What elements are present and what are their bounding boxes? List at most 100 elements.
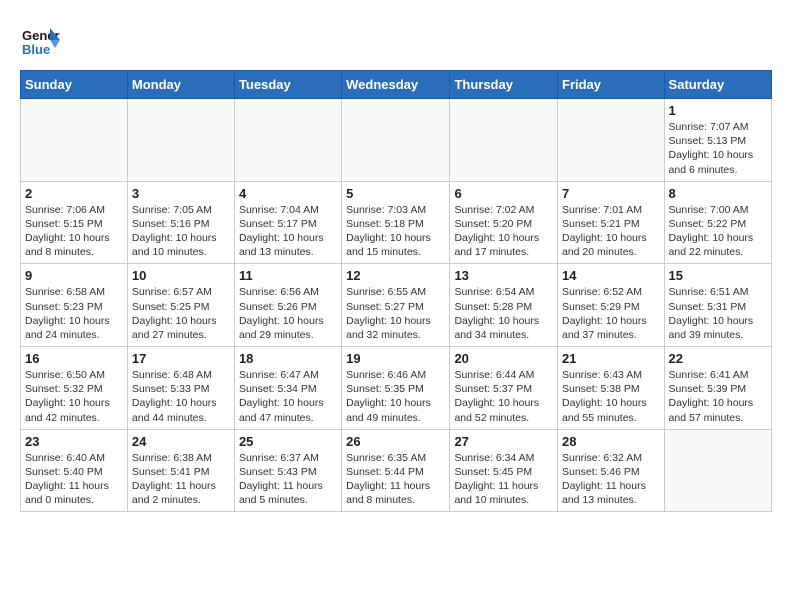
day-info: Sunrise: 7:07 AM Sunset: 5:13 PM Dayligh… [669, 120, 767, 177]
calendar-week-row: 9 Sunrise: 6:58 AM Sunset: 5:23 PM Daylig… [21, 264, 772, 347]
logo-icon: General Blue [20, 20, 60, 60]
day-info: Sunrise: 6:58 AM Sunset: 5:23 PM Dayligh… [25, 285, 123, 342]
calendar-day-26: 26 Sunrise: 6:35 AM Sunset: 5:44 PM Dayli… [342, 429, 450, 512]
calendar-day-23: 23 Sunrise: 6:40 AM Sunset: 5:40 PM Dayli… [21, 429, 128, 512]
day-number: 27 [454, 434, 553, 449]
calendar-day-28: 28Sunrise: 6:32 AM Sunset: 5:46 PM Dayli… [558, 429, 665, 512]
calendar-day-5: 5Sunrise: 7:03 AM Sunset: 5:18 PM Daylig… [342, 181, 450, 264]
day-info: Sunrise: 6:47 AM Sunset: 5:34 PM Dayligh… [239, 368, 337, 425]
day-info: Sunrise: 6:44 AM Sunset: 5:37 PM Dayligh… [454, 368, 553, 425]
day-number: 23 [25, 434, 123, 449]
weekday-header-friday: Friday [558, 71, 665, 99]
calendar-day-11: 11 Sunrise: 6:56 AM Sunset: 5:26 PM Dayli… [234, 264, 341, 347]
day-info: Sunrise: 6:40 AM Sunset: 5:40 PM Dayligh… [25, 451, 123, 508]
calendar-day-12: 12 Sunrise: 6:55 AM Sunset: 5:27 PM Dayli… [342, 264, 450, 347]
calendar-day-27: 27Sunrise: 6:34 AM Sunset: 5:45 PM Dayli… [450, 429, 558, 512]
day-number: 8 [669, 186, 767, 201]
logo: General Blue [20, 20, 66, 60]
day-number: 20 [454, 351, 553, 366]
day-number: 10 [132, 268, 230, 283]
day-number: 11 [239, 268, 337, 283]
calendar-day-20: 20 Sunrise: 6:44 AM Sunset: 5:37 PM Dayli… [450, 347, 558, 430]
weekday-header-wednesday: Wednesday [342, 71, 450, 99]
day-number: 6 [454, 186, 553, 201]
calendar-day-empty [558, 99, 665, 182]
day-info: Sunrise: 6:51 AM Sunset: 5:31 PM Dayligh… [669, 285, 767, 342]
day-info: Sunrise: 7:00 AM Sunset: 5:22 PM Dayligh… [669, 203, 767, 260]
weekday-header-tuesday: Tuesday [234, 71, 341, 99]
calendar-day-18: 18 Sunrise: 6:47 AM Sunset: 5:34 PM Dayli… [234, 347, 341, 430]
calendar-day-empty [127, 99, 234, 182]
day-info: Sunrise: 6:52 AM Sunset: 5:29 PM Dayligh… [562, 285, 660, 342]
svg-text:Blue: Blue [22, 42, 50, 57]
day-number: 25 [239, 434, 337, 449]
day-number: 12 [346, 268, 445, 283]
day-info: Sunrise: 7:04 AM Sunset: 5:17 PM Dayligh… [239, 203, 337, 260]
day-info: Sunrise: 7:02 AM Sunset: 5:20 PM Dayligh… [454, 203, 553, 260]
day-number: 17 [132, 351, 230, 366]
day-number: 21 [562, 351, 660, 366]
day-number: 4 [239, 186, 337, 201]
day-info: Sunrise: 7:05 AM Sunset: 5:16 PM Dayligh… [132, 203, 230, 260]
calendar-day-6: 6 Sunrise: 7:02 AM Sunset: 5:20 PM Daylig… [450, 181, 558, 264]
day-number: 15 [669, 268, 767, 283]
weekday-header-thursday: Thursday [450, 71, 558, 99]
calendar-day-21: 21 Sunrise: 6:43 AM Sunset: 5:38 PM Dayli… [558, 347, 665, 430]
calendar-day-22: 22 Sunrise: 6:41 AM Sunset: 5:39 PM Dayli… [664, 347, 771, 430]
weekday-header-monday: Monday [127, 71, 234, 99]
day-info: Sunrise: 6:35 AM Sunset: 5:44 PM Dayligh… [346, 451, 445, 508]
calendar-day-19: 19 Sunrise: 6:46 AM Sunset: 5:35 PM Dayli… [342, 347, 450, 430]
day-number: 3 [132, 186, 230, 201]
day-info: Sunrise: 6:41 AM Sunset: 5:39 PM Dayligh… [669, 368, 767, 425]
day-number: 24 [132, 434, 230, 449]
day-number: 18 [239, 351, 337, 366]
day-info: Sunrise: 6:37 AM Sunset: 5:43 PM Dayligh… [239, 451, 337, 508]
day-info: Sunrise: 6:48 AM Sunset: 5:33 PM Dayligh… [132, 368, 230, 425]
day-info: Sunrise: 6:43 AM Sunset: 5:38 PM Dayligh… [562, 368, 660, 425]
day-info: Sunrise: 6:50 AM Sunset: 5:32 PM Dayligh… [25, 368, 123, 425]
calendar-day-3: 3 Sunrise: 7:05 AM Sunset: 5:16 PM Daylig… [127, 181, 234, 264]
calendar-day-7: 7 Sunrise: 7:01 AM Sunset: 5:21 PM Daylig… [558, 181, 665, 264]
day-number: 9 [25, 268, 123, 283]
calendar-day-16: 16 Sunrise: 6:50 AM Sunset: 5:32 PM Dayli… [21, 347, 128, 430]
day-info: Sunrise: 6:56 AM Sunset: 5:26 PM Dayligh… [239, 285, 337, 342]
calendar-day-1: 1 Sunrise: 7:07 AM Sunset: 5:13 PM Daylig… [664, 99, 771, 182]
calendar-week-row: 16 Sunrise: 6:50 AM Sunset: 5:32 PM Dayli… [21, 347, 772, 430]
calendar-day-4: 4 Sunrise: 7:04 AM Sunset: 5:17 PM Daylig… [234, 181, 341, 264]
day-number: 5 [346, 186, 445, 201]
calendar-week-row: 2Sunrise: 7:06 AM Sunset: 5:15 PM Daylig… [21, 181, 772, 264]
day-number: 26 [346, 434, 445, 449]
calendar-day-13: 13 Sunrise: 6:54 AM Sunset: 5:28 PM Dayli… [450, 264, 558, 347]
calendar-day-10: 10 Sunrise: 6:57 AM Sunset: 5:25 PM Dayli… [127, 264, 234, 347]
day-number: 7 [562, 186, 660, 201]
calendar-day-2: 2Sunrise: 7:06 AM Sunset: 5:15 PM Daylig… [21, 181, 128, 264]
calendar-day-17: 17 Sunrise: 6:48 AM Sunset: 5:33 PM Dayli… [127, 347, 234, 430]
day-number: 16 [25, 351, 123, 366]
calendar-day-14: 14 Sunrise: 6:52 AM Sunset: 5:29 PM Dayli… [558, 264, 665, 347]
day-number: 19 [346, 351, 445, 366]
weekday-header-saturday: Saturday [664, 71, 771, 99]
calendar-day-24: 24 Sunrise: 6:38 AM Sunset: 5:41 PM Dayli… [127, 429, 234, 512]
calendar-day-empty [450, 99, 558, 182]
calendar-day-25: 25 Sunrise: 6:37 AM Sunset: 5:43 PM Dayli… [234, 429, 341, 512]
calendar-header-row: SundayMondayTuesdayWednesdayThursdayFrid… [21, 71, 772, 99]
day-info: Sunrise: 6:38 AM Sunset: 5:41 PM Dayligh… [132, 451, 230, 508]
calendar-day-empty [664, 429, 771, 512]
calendar-day-15: 15 Sunrise: 6:51 AM Sunset: 5:31 PM Dayli… [664, 264, 771, 347]
page-header: General Blue [20, 20, 772, 60]
calendar-day-9: 9 Sunrise: 6:58 AM Sunset: 5:23 PM Daylig… [21, 264, 128, 347]
calendar-day-8: 8 Sunrise: 7:00 AM Sunset: 5:22 PM Daylig… [664, 181, 771, 264]
day-info: Sunrise: 6:54 AM Sunset: 5:28 PM Dayligh… [454, 285, 553, 342]
day-number: 14 [562, 268, 660, 283]
day-info: Sunrise: 6:46 AM Sunset: 5:35 PM Dayligh… [346, 368, 445, 425]
day-info: Sunrise: 6:55 AM Sunset: 5:27 PM Dayligh… [346, 285, 445, 342]
weekday-header-sunday: Sunday [21, 71, 128, 99]
day-number: 13 [454, 268, 553, 283]
calendar-week-row: 23 Sunrise: 6:40 AM Sunset: 5:40 PM Dayli… [21, 429, 772, 512]
day-info: Sunrise: 7:01 AM Sunset: 5:21 PM Dayligh… [562, 203, 660, 260]
day-info: Sunrise: 6:57 AM Sunset: 5:25 PM Dayligh… [132, 285, 230, 342]
day-number: 1 [669, 103, 767, 118]
calendar-day-empty [234, 99, 341, 182]
calendar-day-empty [342, 99, 450, 182]
day-number: 22 [669, 351, 767, 366]
